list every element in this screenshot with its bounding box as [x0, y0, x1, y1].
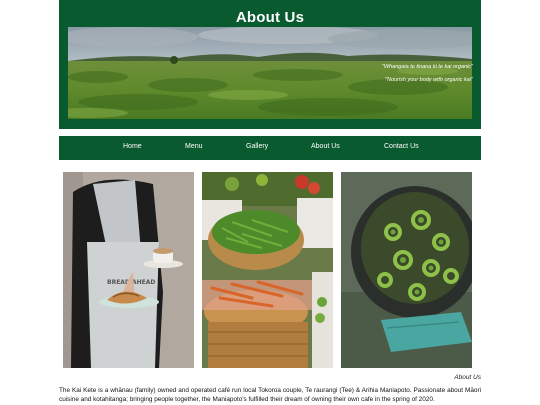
hero-landscape-image — [68, 27, 472, 119]
about-paragraph: The Kai Kete is a whānau (family) owned … — [59, 387, 481, 403]
maori-quote: "Whangaia te tinana ki te kai organic" — [381, 64, 473, 70]
nav-about-us[interactable]: About Us — [311, 143, 340, 150]
english-quote: "Nourish your body with organic kai" — [385, 77, 473, 83]
photo-fern-shoots-bowl — [341, 172, 472, 368]
page-title: About Us — [235, 9, 305, 26]
main-nav: Home Menu Gallery About Us Contact Us — [59, 136, 481, 160]
nav-gallery[interactable]: Gallery — [246, 143, 268, 150]
nav-menu[interactable]: Menu — [185, 143, 203, 150]
nav-home[interactable]: Home — [123, 143, 142, 150]
header-banner: About Us "Whangaia te tinana ki te kai o… — [59, 0, 481, 129]
nav-contact-us[interactable]: Contact Us — [384, 143, 419, 150]
photo-vegetable-basket — [202, 172, 333, 368]
photo-barista: BREAD AHEAD — [63, 172, 194, 368]
about-caption: About Us — [454, 374, 481, 381]
